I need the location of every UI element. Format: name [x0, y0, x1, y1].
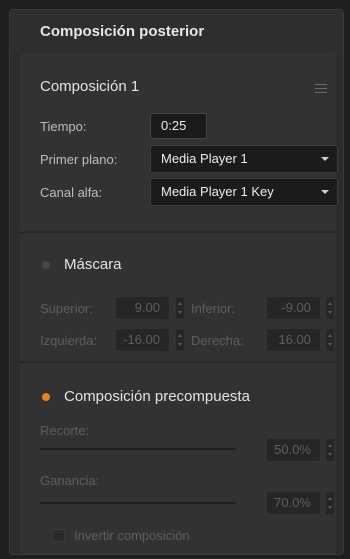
- panel-title: Composición posterior: [10, 10, 343, 54]
- clip-label: Recorte:: [40, 423, 90, 438]
- alpha-dropdown[interactable]: Media Player 1 Key: [150, 178, 338, 206]
- mask-left-input[interactable]: -16.00: [115, 328, 170, 352]
- foreground-dropdown[interactable]: Media Player 1: [150, 145, 338, 173]
- chevron-down-icon: [321, 157, 329, 161]
- mask-top-stepper[interactable]: [175, 296, 185, 320]
- mask-section: Máscara Superior: 9.00 Inferior: -9.00 I…: [20, 232, 336, 361]
- mask-left-stepper[interactable]: [175, 328, 185, 352]
- mask-bottom-input[interactable]: -9.00: [266, 296, 321, 320]
- gain-label: Ganancia:: [40, 473, 100, 488]
- mask-bottom-stepper[interactable]: [325, 296, 335, 320]
- mask-left-label: Izquierda:: [40, 333, 98, 348]
- mask-top-label: Superior:: [40, 301, 93, 316]
- composition-title: Composición 1: [40, 78, 140, 95]
- back-composition-panel: Composición posterior Composición 1 Tiem…: [9, 9, 344, 555]
- foreground-value: Media Player 1: [161, 151, 248, 166]
- alpha-label: Canal alfa:: [40, 185, 103, 200]
- mask-title: Máscara: [64, 256, 122, 273]
- mask-right-label: Derecha:: [191, 333, 244, 348]
- time-input[interactable]: 0:25: [150, 113, 207, 139]
- gain-input[interactable]: 70.0%: [266, 491, 321, 515]
- invert-label: Invertir composición: [74, 528, 190, 543]
- alpha-value: Media Player 1 Key: [161, 184, 274, 199]
- mask-top-input[interactable]: 9.00: [115, 296, 170, 320]
- hamburger-menu-icon[interactable]: [315, 84, 327, 93]
- mask-bottom-label: Inferior:: [191, 301, 236, 316]
- chevron-down-icon: [321, 190, 329, 194]
- clip-stepper[interactable]: [325, 438, 335, 462]
- clip-input[interactable]: 50.0%: [266, 438, 321, 462]
- premultiplied-toggle-dot[interactable]: [42, 393, 50, 401]
- gain-slider[interactable]: [40, 502, 236, 504]
- premultiplied-section: Composición precompuesta Recorte: 50.0% …: [20, 362, 336, 554]
- foreground-label: Primer plano:: [40, 152, 118, 167]
- premultiplied-title: Composición precompuesta: [64, 388, 250, 405]
- clip-slider[interactable]: [40, 448, 236, 450]
- composition-section: Composición 1 Tiempo: 0:25 Primer plano:…: [20, 54, 338, 231]
- mask-right-stepper[interactable]: [325, 328, 335, 352]
- mask-toggle-dot[interactable]: [42, 261, 50, 269]
- gain-stepper[interactable]: [325, 491, 335, 515]
- invert-checkbox[interactable]: [52, 529, 65, 542]
- time-label: Tiempo:: [40, 119, 87, 134]
- mask-right-input[interactable]: 16.00: [266, 328, 321, 352]
